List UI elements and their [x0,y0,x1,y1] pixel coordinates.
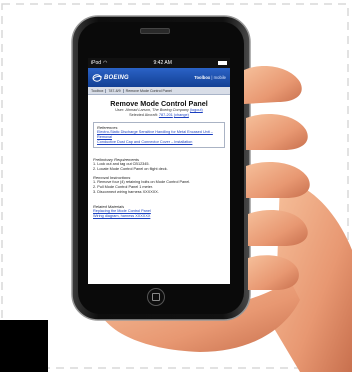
wifi-icon: ◠ [103,60,108,66]
hand-finger-2 [246,114,308,150]
logo-text: BOEING [104,74,129,81]
aircraft-info: Selected Aircraft: 787-201 (change) [93,113,225,118]
aircraft-prefix: Selected Aircraft: [129,113,159,117]
toolbox-name: Toolbox [194,75,211,80]
app-header: BOEING Toolbox | mobile [88,68,230,87]
hand-finger-1 [244,66,302,104]
breadcrumb: Toolbox 787-8/9 Remove Mode Control Pane… [88,87,230,95]
aircraft-link[interactable]: 787-201 [159,113,173,117]
user-name: Ahmad Larson, The Boeing Company [125,108,189,112]
user-prefix: User: [115,108,126,112]
phone-speaker [140,28,170,34]
change-link[interactable]: (change) [174,113,189,117]
related-link[interactable]: Wiring diagram, harness XXXXXX [93,214,150,218]
boeing-symbol-icon [92,73,102,82]
related-link[interactable]: Replacing the Mode Control Panel [93,209,151,213]
clock: 9:42 AM [153,60,172,66]
toolbox-label: Toolbox | mobile [194,75,226,80]
reference-link[interactable]: Electro-Static Discharge Sensitive Handl… [97,130,213,139]
references-box: References Electro-Static Discharge Sens… [93,122,225,148]
hand-finger-3 [246,162,310,198]
breadcrumb-item[interactable]: 787-8/9 [108,88,124,93]
phone-screen: iPod ◠ 9:42 AM BOEING Toolbox | mobile To… [88,58,230,284]
photo-scene: iPod ◠ 9:42 AM BOEING Toolbox | mobile To… [0,0,353,372]
carrier-label: iPod [91,60,102,66]
battery-icon [218,61,227,65]
toolbox-suffix: | mobile [210,75,226,80]
boeing-logo[interactable]: BOEING [92,73,129,82]
home-button[interactable] [147,288,165,306]
reference-link[interactable]: Conductive Dust Cap and Connector Cover … [97,140,192,144]
status-bar: iPod ◠ 9:42 AM [88,58,230,68]
logout-link[interactable]: (logout) [190,108,203,112]
page-title: Remove Mode Control Panel [110,99,208,108]
preliminary-step: 2. Locate Mode Control Panel on flight d… [93,167,168,171]
main-content: Remove Mode Control Panel User: Ahmad La… [88,95,230,222]
breadcrumb-item[interactable]: Toolbox [91,88,107,93]
black-corner-block [0,320,48,372]
breadcrumb-item[interactable]: Remove Mode Control Panel [126,89,174,93]
